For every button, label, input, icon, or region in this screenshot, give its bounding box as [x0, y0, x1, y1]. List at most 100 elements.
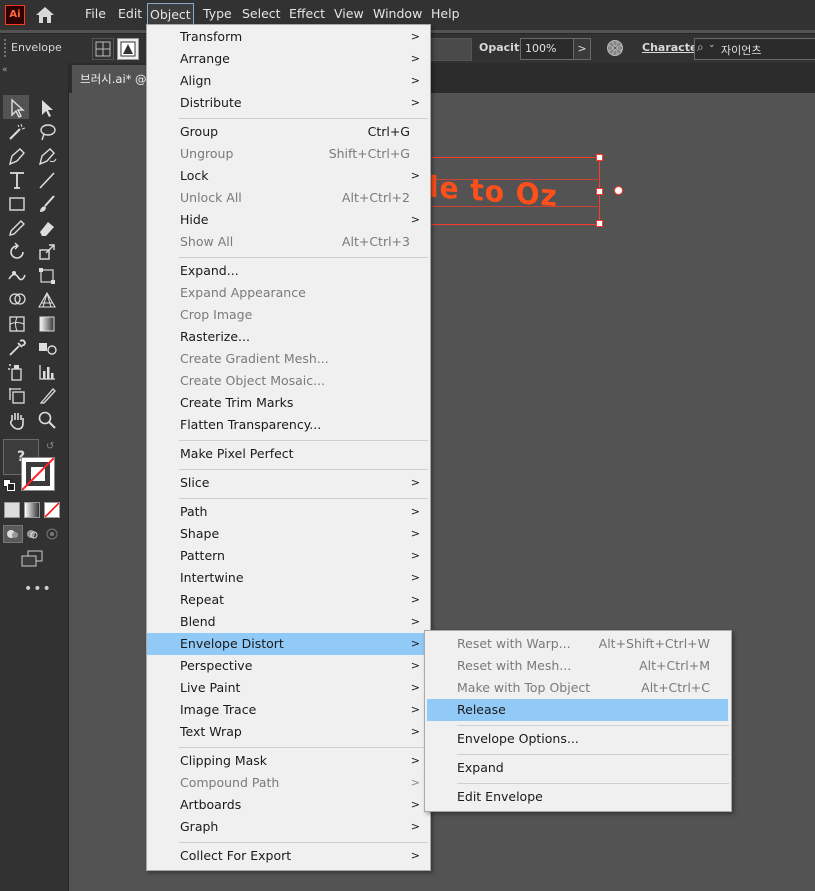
- chevron-right-icon: >: [410, 96, 420, 109]
- menu-item-envelope-distort[interactable]: Envelope Distort >: [147, 633, 430, 655]
- envelope-distort-submenu: Reset with Warp... Alt+Shift+Ctrl+W Reset…: [424, 630, 732, 812]
- draw-behind-icon[interactable]: [24, 526, 40, 542]
- default-fill-stroke-icon[interactable]: [3, 479, 15, 491]
- menu-item-transform[interactable]: Transform >: [147, 26, 430, 48]
- submenu-item-edit-envelope[interactable]: Edit Envelope: [425, 786, 731, 808]
- font-search-field[interactable]: ⌕ ⌄ 자이언츠: [694, 38, 815, 60]
- paintbrush-tool-icon[interactable]: [36, 193, 58, 215]
- slice-tool-icon[interactable]: [36, 385, 58, 407]
- menu-edit[interactable]: Edit: [118, 0, 142, 28]
- magic-wand-tool-icon[interactable]: [6, 121, 28, 143]
- menu-item-collect-for-export[interactable]: Collect For Export >: [147, 845, 430, 867]
- column-graph-tool-icon[interactable]: [36, 361, 58, 383]
- edit-contents-icon[interactable]: [117, 38, 139, 60]
- rectangle-tool-icon[interactable]: [6, 193, 28, 215]
- chevron-right-icon: >: [410, 637, 420, 650]
- submenu-item-envelope-options[interactable]: Envelope Options...: [425, 728, 731, 750]
- draw-normal-icon[interactable]: [3, 525, 23, 543]
- line-tool-icon[interactable]: [36, 169, 58, 191]
- menu-item-align[interactable]: Align >: [147, 70, 430, 92]
- opacity-input[interactable]: 100%: [520, 38, 576, 60]
- menu-item-group[interactable]: Group Ctrl+G: [147, 121, 430, 143]
- menu-item-clipping-mask[interactable]: Clipping Mask >: [147, 750, 430, 772]
- free-transform-tool-icon[interactable]: [36, 265, 58, 287]
- rotation-handle[interactable]: [614, 186, 623, 195]
- recolor-artwork-icon[interactable]: [607, 40, 623, 56]
- menu-item-blend[interactable]: Blend >: [147, 611, 430, 633]
- menu-item-rasterize[interactable]: Rasterize...: [147, 326, 430, 348]
- menu-item-slice[interactable]: Slice >: [147, 472, 430, 494]
- menu-item-perspective[interactable]: Perspective >: [147, 655, 430, 677]
- stroke-swatch[interactable]: [21, 457, 55, 491]
- selection-handle[interactable]: [596, 220, 603, 227]
- lasso-tool-icon[interactable]: [36, 121, 58, 143]
- chevron-down-icon[interactable]: ⌄: [708, 40, 716, 50]
- menu-item-shape[interactable]: Shape >: [147, 523, 430, 545]
- style-dropdown[interactable]: [428, 38, 472, 61]
- menu-help[interactable]: Help: [431, 0, 460, 28]
- menu-separator: [179, 257, 428, 258]
- type-tool-icon[interactable]: [6, 169, 28, 191]
- menu-separator: [457, 754, 729, 755]
- collapse-panel-icon[interactable]: «: [2, 65, 8, 75]
- submenu-item-expand[interactable]: Expand: [425, 757, 731, 779]
- menu-file[interactable]: File: [85, 0, 106, 28]
- screen-mode-icon[interactable]: [20, 550, 44, 568]
- hand-tool-icon[interactable]: [6, 409, 28, 431]
- menu-item-artboards[interactable]: Artboards >: [147, 794, 430, 816]
- menu-item-text-wrap[interactable]: Text Wrap >: [147, 721, 430, 743]
- shape-builder-tool-icon[interactable]: [6, 289, 28, 311]
- symbol-sprayer-tool-icon[interactable]: [6, 361, 28, 383]
- curvature-tool-icon[interactable]: [36, 145, 58, 167]
- menu-item-intertwine[interactable]: Intertwine >: [147, 567, 430, 589]
- submenu-item-release[interactable]: Release: [427, 699, 728, 721]
- artboard-tool-icon[interactable]: [6, 385, 28, 407]
- blend-tool-icon[interactable]: [36, 337, 58, 359]
- menu-item-repeat[interactable]: Repeat >: [147, 589, 430, 611]
- gradient-tool-icon[interactable]: [36, 313, 58, 335]
- selection-tool-icon[interactable]: [6, 97, 28, 119]
- zoom-tool-icon[interactable]: [36, 409, 58, 431]
- color-mode-icon[interactable]: [4, 502, 20, 518]
- menu-item-arrange[interactable]: Arrange >: [147, 48, 430, 70]
- scale-tool-icon[interactable]: [36, 241, 58, 263]
- gradient-mode-icon[interactable]: [24, 502, 40, 518]
- edit-envelope-icon[interactable]: [92, 38, 114, 60]
- warp-tool-icon[interactable]: [6, 265, 28, 287]
- menu-item-lock[interactable]: Lock >: [147, 165, 430, 187]
- menu-item-flatten-transparency[interactable]: Flatten Transparency...: [147, 414, 430, 436]
- menu-item-make-pixel-perfect[interactable]: Make Pixel Perfect: [147, 443, 430, 465]
- menu-item-create-object-mosaic: Create Object Mosaic...: [180, 373, 326, 388]
- draw-inside-icon[interactable]: [44, 526, 60, 542]
- menu-item-path[interactable]: Path >: [147, 501, 430, 523]
- eraser-tool-icon[interactable]: [36, 217, 58, 239]
- selection-type-label: Envelope: [11, 41, 62, 54]
- menu-item-create-trim-marks[interactable]: Create Trim Marks: [147, 392, 430, 414]
- chevron-right-icon: >: [410, 169, 420, 182]
- submenu-item-reset-with-warp: Reset with Warp... Alt+Shift+Ctrl+W: [457, 636, 710, 651]
- chevron-right-icon: >: [410, 527, 420, 540]
- drag-grip-icon[interactable]: [4, 39, 8, 57]
- menu-item-live-paint[interactable]: Live Paint >: [147, 677, 430, 699]
- eyedropper-tool-icon[interactable]: [6, 337, 28, 359]
- swap-fill-stroke-icon[interactable]: ↺: [46, 441, 54, 452]
- opacity-arrow-button[interactable]: >: [573, 38, 591, 60]
- selection-handle[interactable]: [596, 154, 603, 161]
- edit-toolbar-icon[interactable]: •••: [24, 581, 52, 597]
- rotate-tool-icon[interactable]: [6, 241, 28, 263]
- menu-item-graph[interactable]: Graph >: [147, 816, 430, 838]
- pen-tool-icon[interactable]: [6, 145, 28, 167]
- menu-item-expand[interactable]: Expand...: [147, 260, 430, 282]
- chevron-right-icon: >: [410, 571, 420, 584]
- none-mode-icon[interactable]: [44, 502, 60, 518]
- home-icon[interactable]: [34, 5, 56, 25]
- menu-item-pattern[interactable]: Pattern >: [147, 545, 430, 567]
- perspective-grid-tool-icon[interactable]: [36, 289, 58, 311]
- mesh-tool-icon[interactable]: [6, 313, 28, 335]
- chevron-right-icon: >: [410, 659, 420, 672]
- menu-item-distribute[interactable]: Distribute >: [147, 92, 430, 114]
- direct-selection-tool-icon[interactable]: [36, 97, 58, 119]
- menu-item-image-trace[interactable]: Image Trace >: [147, 699, 430, 721]
- pencil-tool-icon[interactable]: [6, 217, 28, 239]
- menu-item-hide[interactable]: Hide >: [147, 209, 430, 231]
